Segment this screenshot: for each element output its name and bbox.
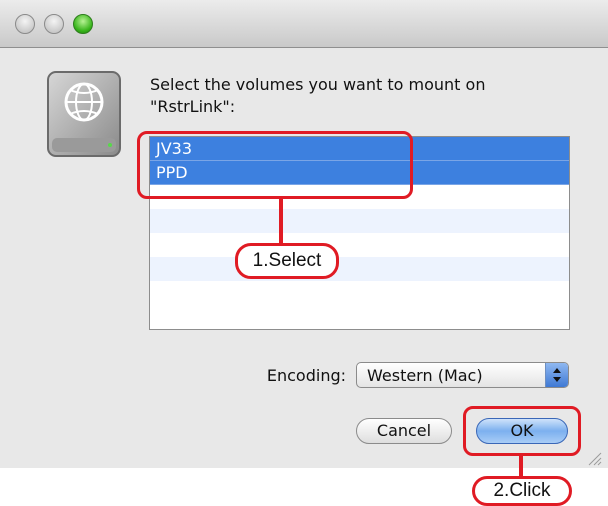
close-window-button[interactable] [15,14,35,34]
encoding-label: Encoding: [266,366,346,385]
resize-grip-icon[interactable] [586,450,602,466]
mount-volumes-dialog: Select the volumes you want to mount on … [0,0,608,468]
list-item [150,233,569,257]
list-item [150,257,569,281]
step-2-label: 2.Click [472,476,572,506]
select-highlight-box [137,131,413,199]
mount-prompt: Select the volumes you want to mount on … [150,74,570,118]
step-1-label: 1.Select [235,243,339,279]
zoom-window-button[interactable] [73,14,93,34]
list-item [150,209,569,233]
encoding-value: Western (Mac) [367,366,483,385]
prompt-line-1: Select the volumes you want to mount on [150,75,486,94]
encoding-select[interactable]: Western (Mac) [356,362,569,388]
cancel-button[interactable]: Cancel [356,418,452,444]
minimize-window-button[interactable] [44,14,64,34]
prompt-line-2: "RstrLink": [150,97,236,116]
click-callout-line [519,456,523,478]
list-item [150,281,569,305]
select-callout-line [279,199,283,245]
chevron-up-down-icon [545,363,568,387]
ok-highlight-box [463,406,581,456]
title-bar [0,0,608,48]
network-drive-icon [47,71,121,157]
